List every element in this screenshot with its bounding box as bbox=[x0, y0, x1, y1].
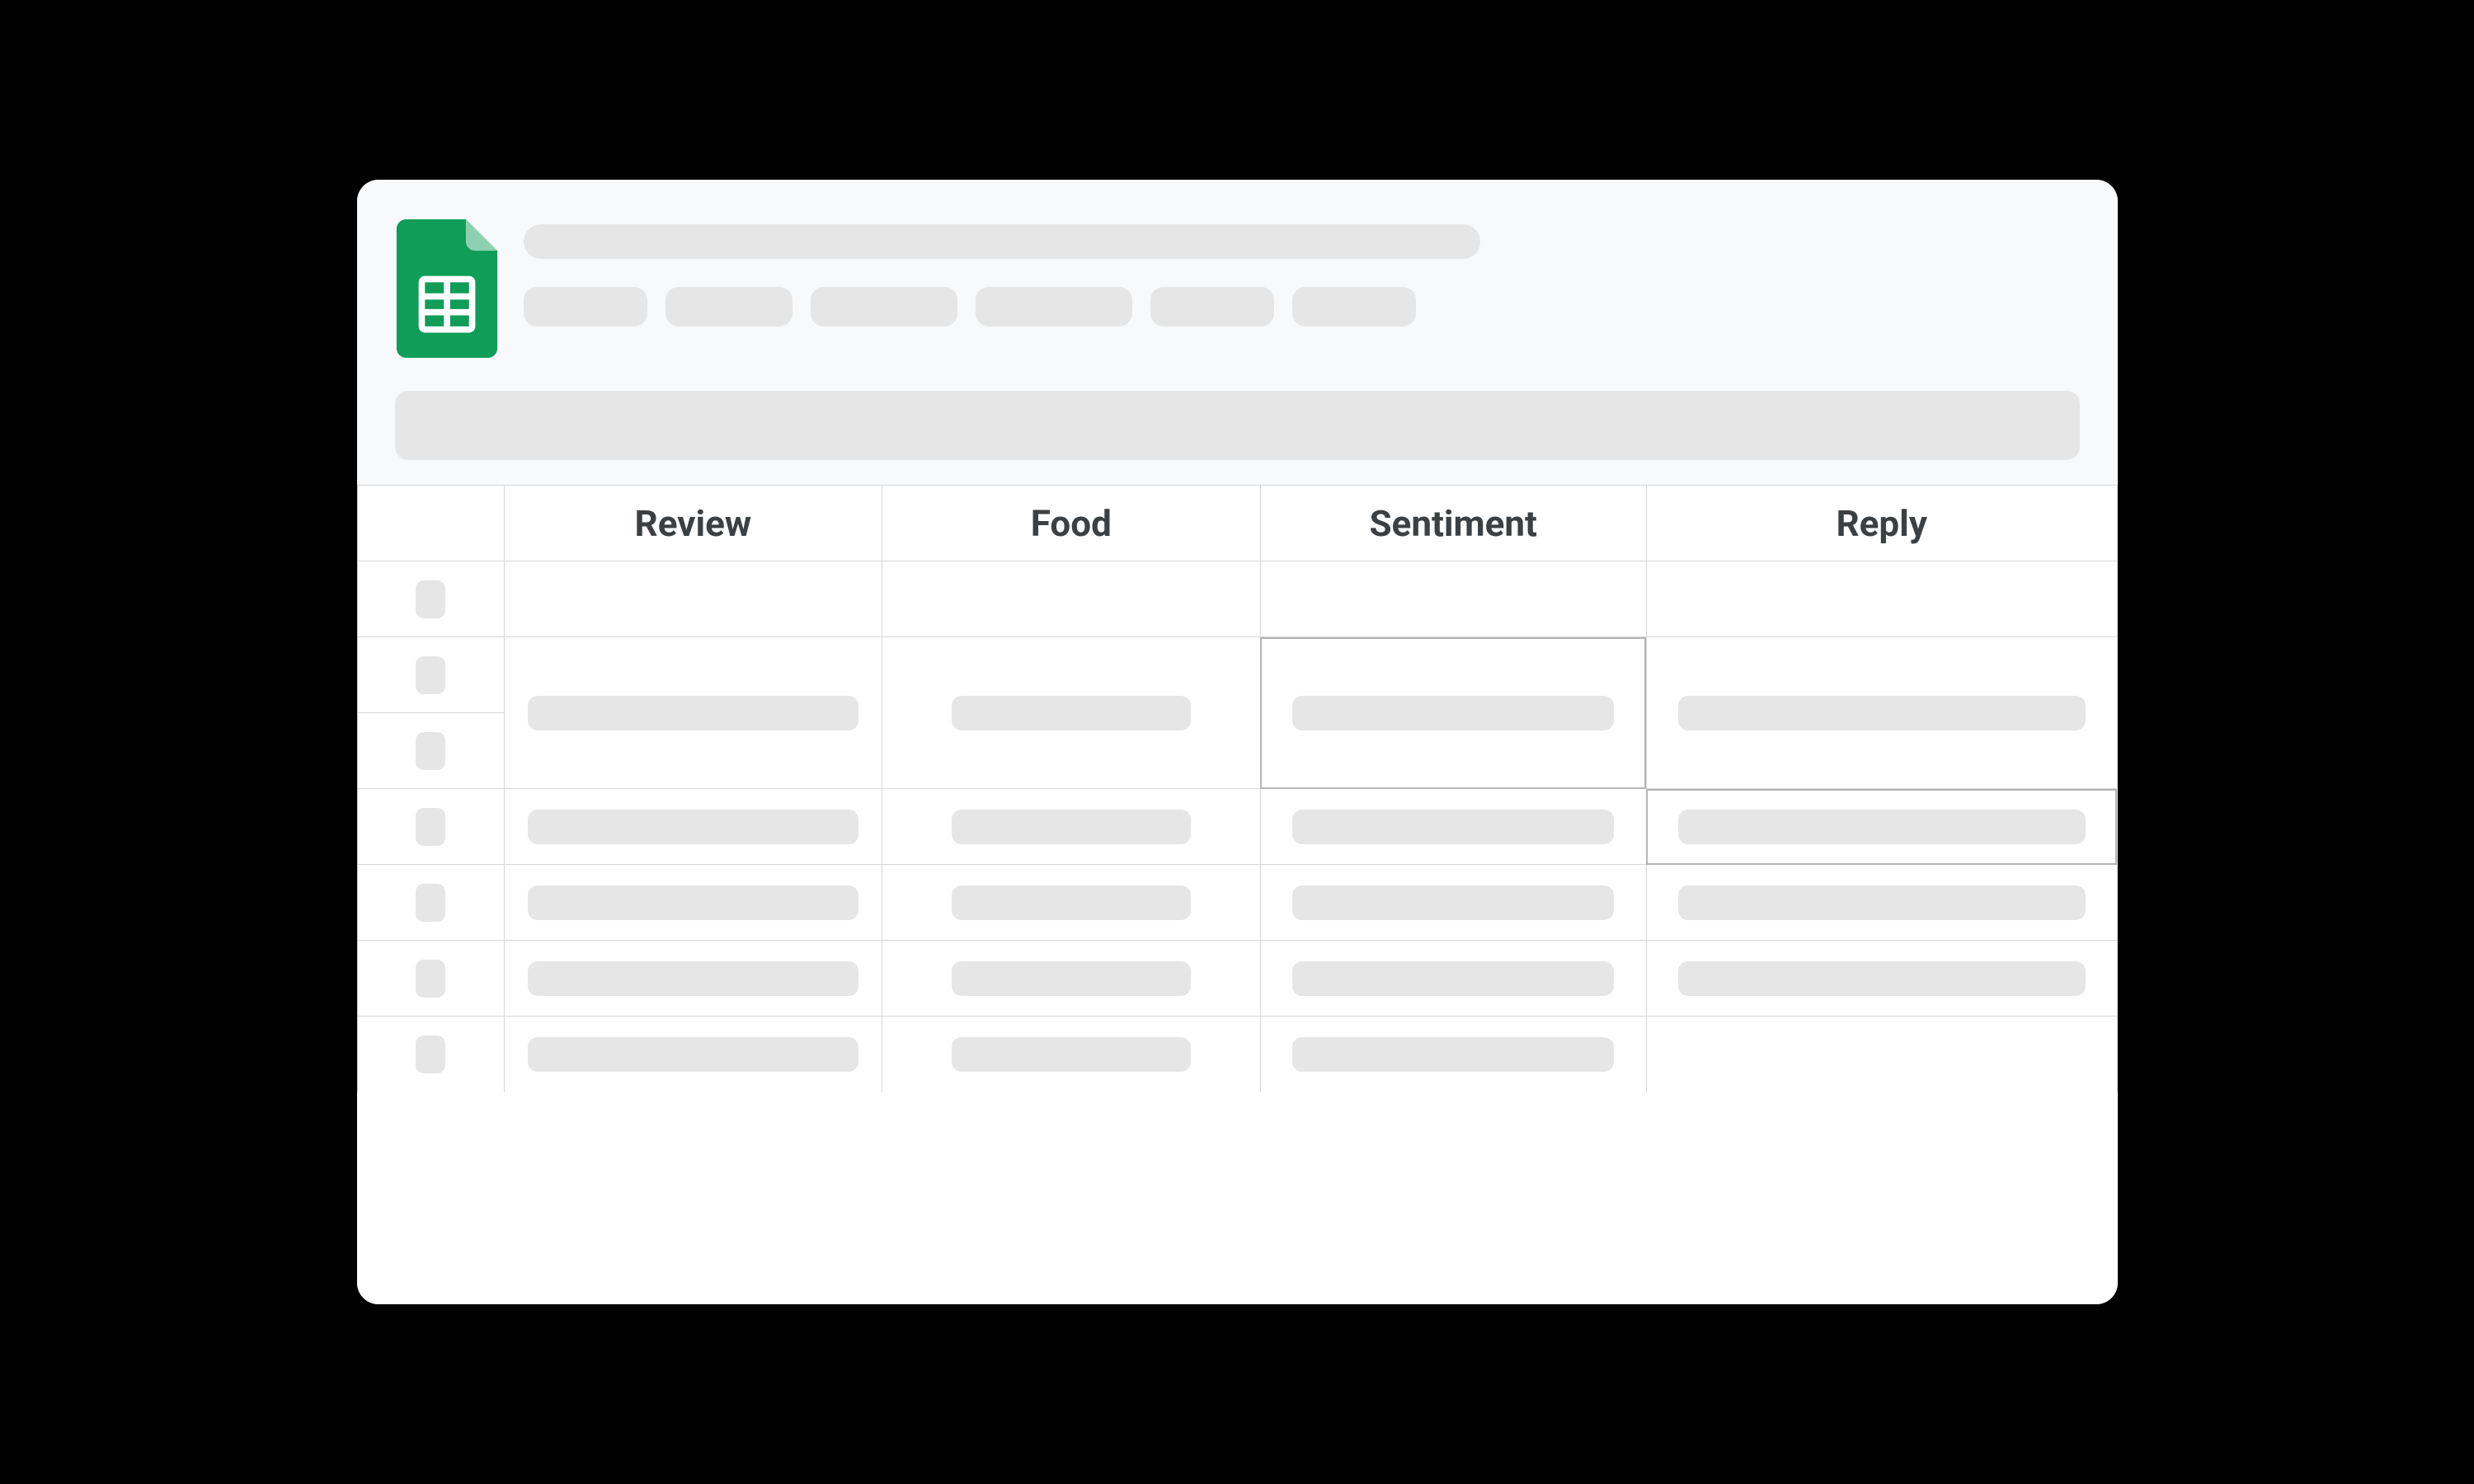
header-row: Review Food Sentiment Reply bbox=[357, 486, 2117, 561]
cell[interactable] bbox=[504, 637, 882, 789]
cell[interactable] bbox=[882, 941, 1260, 1017]
row-number[interactable] bbox=[357, 789, 504, 865]
menu-item-placeholder[interactable] bbox=[976, 287, 1132, 326]
cell[interactable] bbox=[504, 941, 882, 1017]
menu-bar bbox=[524, 287, 2080, 326]
spreadsheet-window: Review Food Sentiment Reply bbox=[357, 180, 2118, 1304]
row-number[interactable] bbox=[357, 941, 504, 1017]
menu-item-placeholder[interactable] bbox=[666, 287, 793, 326]
cell[interactable] bbox=[1646, 637, 2117, 789]
cell-selected[interactable] bbox=[1646, 789, 2117, 865]
cell[interactable] bbox=[1260, 865, 1646, 941]
cell[interactable] bbox=[1646, 561, 2117, 637]
document-title-placeholder[interactable] bbox=[524, 224, 1480, 259]
cell[interactable] bbox=[1260, 941, 1646, 1017]
cell[interactable] bbox=[1646, 1017, 2117, 1092]
table-row bbox=[357, 789, 2117, 865]
cell-selected[interactable] bbox=[1260, 637, 1646, 789]
cell[interactable] bbox=[504, 1017, 882, 1092]
table-row bbox=[357, 1017, 2117, 1092]
column-header-food[interactable]: Food bbox=[882, 486, 1260, 561]
cell[interactable] bbox=[1646, 865, 2117, 941]
menu-item-placeholder[interactable] bbox=[524, 287, 647, 326]
menu-item-placeholder[interactable] bbox=[1150, 287, 1274, 326]
data-table: Review Food Sentiment Reply bbox=[357, 485, 2118, 1092]
title-area bbox=[524, 219, 2080, 326]
cell[interactable] bbox=[1646, 941, 2117, 1017]
cell[interactable] bbox=[882, 865, 1260, 941]
table-row bbox=[357, 561, 2117, 637]
table-row bbox=[357, 637, 2117, 713]
spreadsheet-grid[interactable]: Review Food Sentiment Reply bbox=[357, 485, 2118, 1304]
row-number[interactable] bbox=[357, 1017, 504, 1092]
cell[interactable] bbox=[882, 637, 1260, 789]
header bbox=[357, 180, 2118, 485]
table-row bbox=[357, 941, 2117, 1017]
cell[interactable] bbox=[504, 865, 882, 941]
column-header-review[interactable]: Review bbox=[504, 486, 882, 561]
menu-item-placeholder[interactable] bbox=[1292, 287, 1416, 326]
table-row bbox=[357, 865, 2117, 941]
column-header-sentiment[interactable]: Sentiment bbox=[1260, 486, 1646, 561]
row-number[interactable] bbox=[357, 865, 504, 941]
cell[interactable] bbox=[504, 561, 882, 637]
cell[interactable] bbox=[882, 1017, 1260, 1092]
sheets-icon bbox=[395, 219, 499, 358]
cell[interactable] bbox=[1260, 1017, 1646, 1092]
cell[interactable] bbox=[882, 561, 1260, 637]
corner-cell[interactable] bbox=[357, 486, 504, 561]
column-header-reply[interactable]: Reply bbox=[1646, 486, 2117, 561]
menu-item-placeholder[interactable] bbox=[811, 287, 957, 326]
row-number[interactable] bbox=[357, 637, 504, 713]
header-top-row bbox=[395, 219, 2080, 358]
row-number[interactable] bbox=[357, 713, 504, 789]
cell[interactable] bbox=[1260, 789, 1646, 865]
row-number[interactable] bbox=[357, 561, 504, 637]
toolbar-placeholder[interactable] bbox=[395, 391, 2080, 460]
cell[interactable] bbox=[882, 789, 1260, 865]
cell[interactable] bbox=[504, 789, 882, 865]
cell[interactable] bbox=[1260, 561, 1646, 637]
